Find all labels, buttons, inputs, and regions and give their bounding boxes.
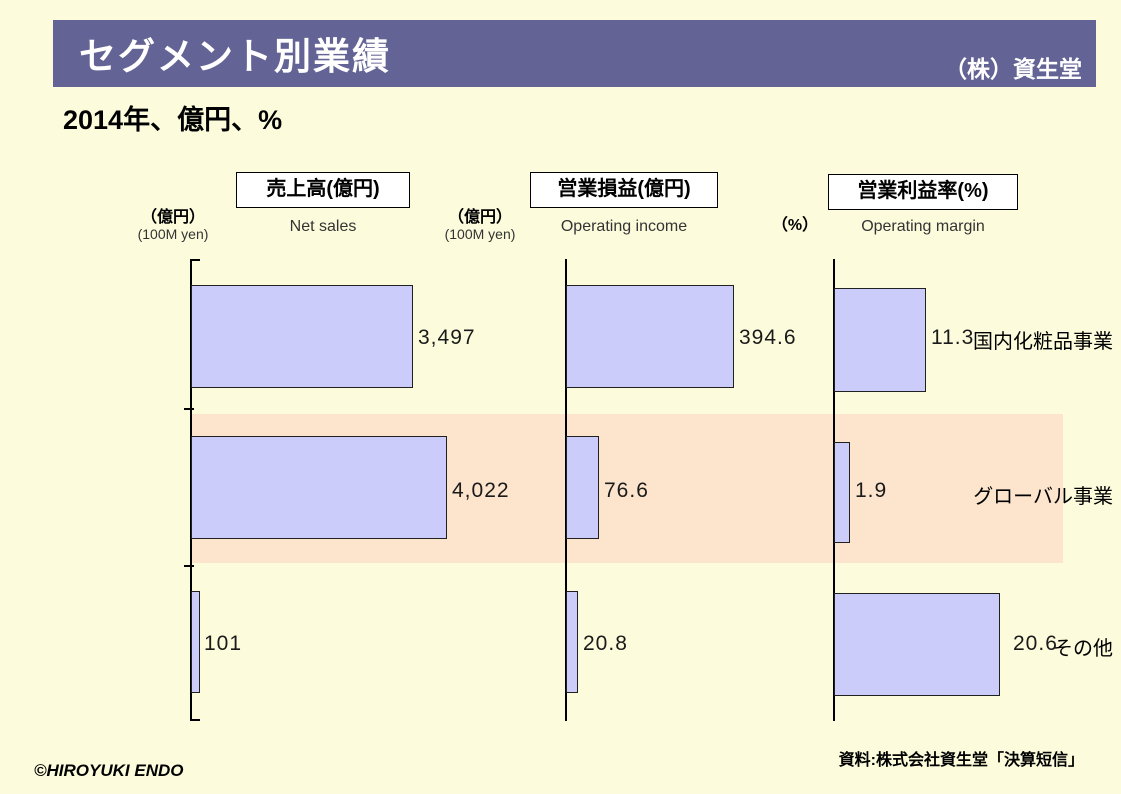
chart-1-tick-top xyxy=(190,259,200,261)
bar-net-sales-other xyxy=(191,591,200,693)
panel-1-unit-jp: （億円） xyxy=(140,209,205,226)
chart-1-tick-2 xyxy=(184,565,194,567)
panel-2-unit-jp: （億円） xyxy=(447,209,512,226)
panel-3-unit-jp: （%） xyxy=(771,217,819,234)
bar-operating-margin-domestic xyxy=(834,288,926,392)
row-label-global: グローバル事業 xyxy=(973,486,1113,508)
bar-value-operating-income-domestic: 394.6 xyxy=(739,326,797,349)
panel-1-unit-en: (100M yen) xyxy=(137,226,209,242)
copyright-notice: ©HIROYUKI ENDO xyxy=(34,761,184,780)
bar-value-operating-income-global: 76.6 xyxy=(604,479,649,502)
chart-1-tick-1 xyxy=(184,408,194,410)
bar-operating-margin-other xyxy=(834,593,1000,696)
panel-2-subtitle: Operating income xyxy=(560,218,688,235)
bar-value-net-sales-domestic: 3,497 xyxy=(418,326,476,349)
page-title: セグメント別業績 xyxy=(79,36,391,77)
bar-net-sales-domestic xyxy=(191,285,413,388)
bar-value-net-sales-global: 4,022 xyxy=(452,479,510,502)
panel-2-title: 営業損益(億円) xyxy=(530,172,718,208)
panel-1-subtitle: Net sales xyxy=(289,218,357,235)
bar-operating-income-global xyxy=(566,436,599,539)
bar-operating-income-domestic xyxy=(566,285,734,388)
bar-net-sales-global xyxy=(191,436,447,539)
panel-1-title: 売上高(億円) xyxy=(236,172,410,208)
source-note: 資料:株式会社資生堂「決算短信」 xyxy=(838,752,1084,769)
panel-3-title: 営業利益率(%) xyxy=(828,174,1018,210)
bar-operating-income-other xyxy=(566,591,578,693)
panel-3-subtitle: Operating margin xyxy=(861,218,985,235)
bar-value-operating-margin-global: 1.9 xyxy=(855,479,888,502)
company-name: （株）資生堂 xyxy=(944,56,1082,82)
subtitle: 2014年、億円、% xyxy=(63,105,283,135)
bar-value-operating-income-other: 20.8 xyxy=(583,632,628,655)
chart-1-tick-bottom xyxy=(190,719,200,721)
bar-operating-margin-global xyxy=(834,442,850,543)
panel-2-unit-en: (100M yen) xyxy=(444,226,516,242)
bar-value-operating-margin-other: 20.6 xyxy=(1013,632,1058,655)
bar-value-net-sales-other: 101 xyxy=(204,632,243,655)
bar-value-operating-margin-domestic: 11.3 xyxy=(931,326,975,349)
header-bar: セグメント別業績 （株）資生堂 xyxy=(53,20,1096,87)
